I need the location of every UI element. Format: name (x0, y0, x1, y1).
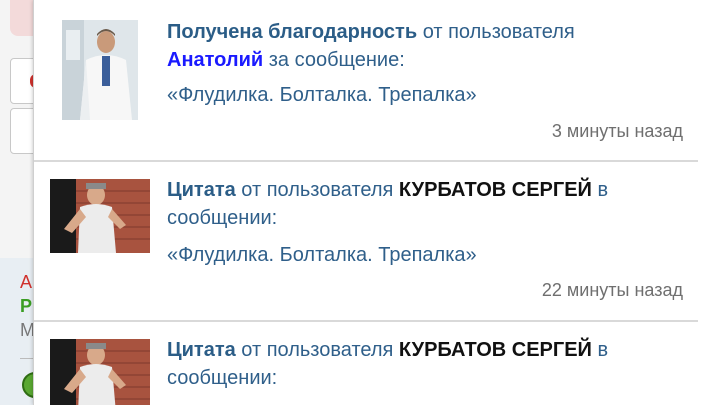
notification-time: 22 минуты назад (541, 280, 683, 300)
page-edge (698, 0, 720, 405)
notification-from: от пользователя (235, 339, 399, 361)
notification-thread-link[interactable]: «Флудилка. Болталка. Трепалка» (167, 84, 477, 107)
notification-action[interactable]: Получена благодарность (167, 21, 417, 43)
notification-item[interactable]: Получена благодарность от пользователя А… (34, 0, 699, 162)
notification-text: Цитата от пользователя КУРБАТОВ СЕРГЕЙ в… (167, 176, 683, 232)
notifications-panel: Получена благодарность от пользователя А… (33, 0, 700, 405)
background-letter: А (20, 272, 33, 292)
notification-from: от пользователя (235, 179, 399, 201)
notification-text: Получена благодарность от пользователя А… (167, 18, 683, 74)
avatar[interactable] (50, 179, 150, 253)
notification-tail: за сообщение: (263, 49, 405, 71)
avatar[interactable] (62, 20, 138, 120)
notification-time: 3 минуты назад (551, 121, 683, 141)
avatar[interactable] (50, 339, 150, 405)
notification-action[interactable]: Цитата (167, 179, 236, 201)
notification-text: Цитата от пользователя КУРБАТОВ СЕРГЕЙ в… (167, 336, 683, 392)
notification-user[interactable]: Анатолий (167, 49, 263, 71)
background-letter: Р (20, 296, 33, 316)
notification-action[interactable]: Цитата (167, 339, 236, 361)
notification-user[interactable]: КУРБАТОВ СЕРГЕЙ (399, 179, 592, 201)
notification-item[interactable]: Цитата от пользователя КУРБАТОВ СЕРГЕЙ в… (34, 322, 699, 405)
notification-from: от пользователя (417, 21, 575, 43)
notification-user[interactable]: КУРБАТОВ СЕРГЕЙ (399, 339, 592, 361)
notification-item[interactable]: Цитата от пользователя КУРБАТОВ СЕРГЕЙ в… (34, 162, 699, 322)
background-divider (20, 358, 34, 359)
notification-thread-link[interactable]: «Флудилка. Болталка. Трепалка» (167, 244, 477, 267)
